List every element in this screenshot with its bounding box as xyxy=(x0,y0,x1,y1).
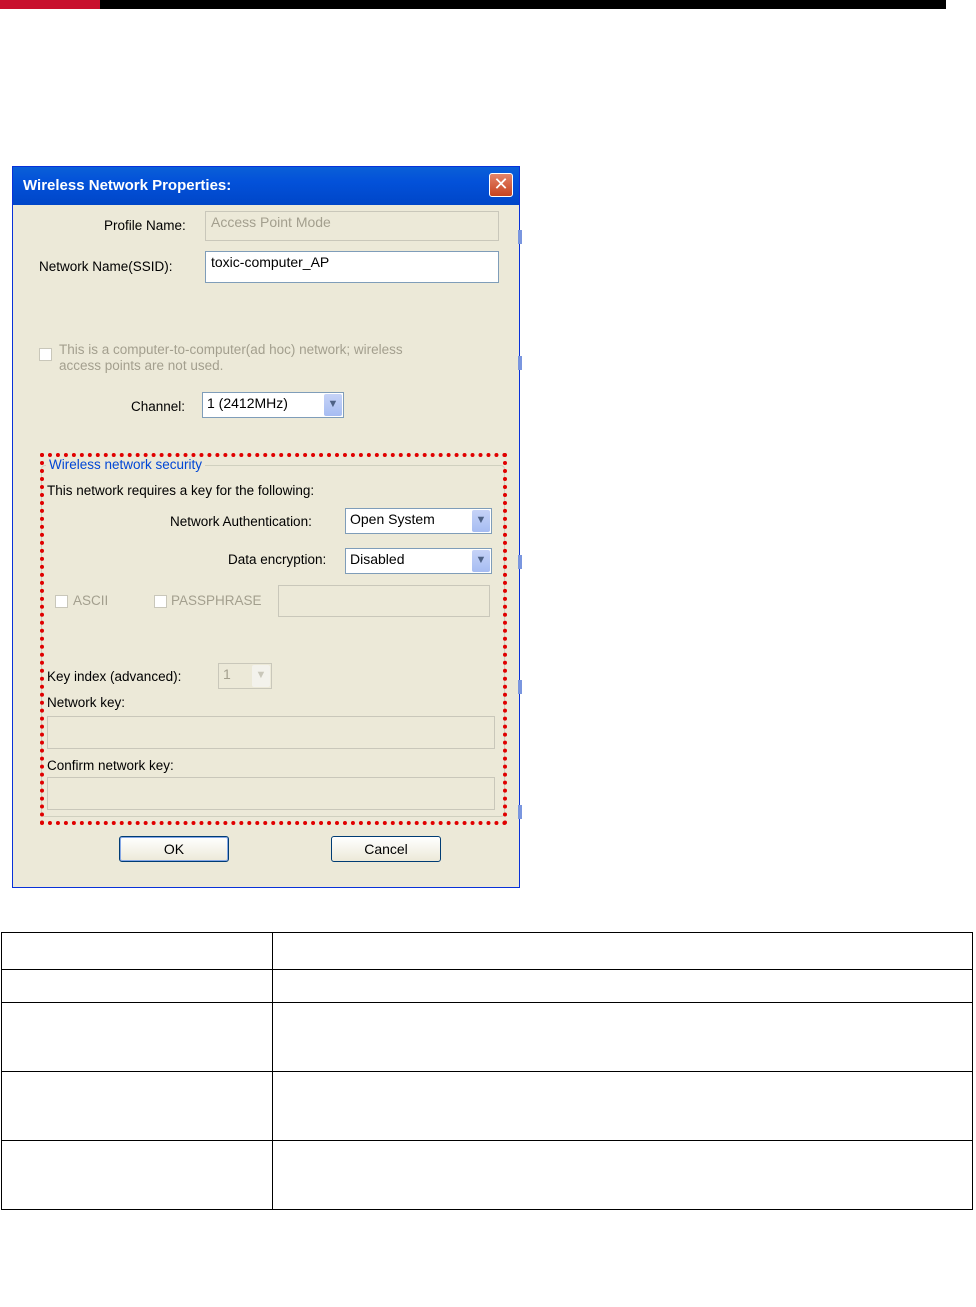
ssid-input[interactable]: toxic-computer_AP xyxy=(205,251,499,283)
profile-name-input[interactable]: Access Point Mode xyxy=(205,211,499,241)
page-header-bar xyxy=(0,0,946,9)
security-highlight-box xyxy=(40,453,507,825)
ok-button[interactable]: OK xyxy=(119,836,229,862)
table-cell xyxy=(1,1002,273,1072)
background-window-edge xyxy=(518,680,522,694)
table-cell xyxy=(1,932,273,970)
wireless-network-properties-dialog: Wireless Network Properties: ✕ Profile N… xyxy=(12,166,520,888)
background-window-edge xyxy=(518,230,522,244)
table-cell xyxy=(272,932,973,970)
table-row xyxy=(1,1140,973,1210)
adhoc-label: This is a computer-to-computer(ad hoc) n… xyxy=(59,342,403,373)
cancel-button[interactable]: Cancel xyxy=(331,836,441,862)
adhoc-checkbox[interactable] xyxy=(39,348,52,361)
background-window-edge xyxy=(518,555,522,569)
table-cell xyxy=(1,969,273,1003)
background-window-edge xyxy=(518,805,522,819)
table-cell xyxy=(1,1071,273,1141)
channel-label: Channel: xyxy=(131,399,186,414)
table-cell xyxy=(272,1071,973,1141)
table-cell xyxy=(272,969,973,1003)
dialog-titlebar[interactable]: Wireless Network Properties: ✕ xyxy=(13,167,519,205)
table-row xyxy=(1,932,973,970)
table-row xyxy=(1,1071,973,1141)
close-icon[interactable]: ✕ xyxy=(489,173,513,197)
background-window-edge xyxy=(518,356,522,370)
table-cell xyxy=(1,1140,273,1210)
channel-value: 1 (2412MHz) xyxy=(207,395,288,411)
table-row xyxy=(1,969,973,1003)
profile-name-label: Profile Name: xyxy=(104,218,186,233)
chevron-down-icon[interactable]: ▼ xyxy=(324,394,342,416)
page-header-accent xyxy=(0,0,100,9)
ssid-label: Network Name(SSID): xyxy=(39,259,173,274)
table-cell xyxy=(272,1002,973,1072)
description-table xyxy=(1,932,973,1210)
table-row xyxy=(1,1002,973,1072)
dialog-title: Wireless Network Properties: xyxy=(23,177,232,194)
table-cell xyxy=(272,1140,973,1210)
channel-select[interactable]: 1 (2412MHz) ▼ xyxy=(202,392,344,418)
